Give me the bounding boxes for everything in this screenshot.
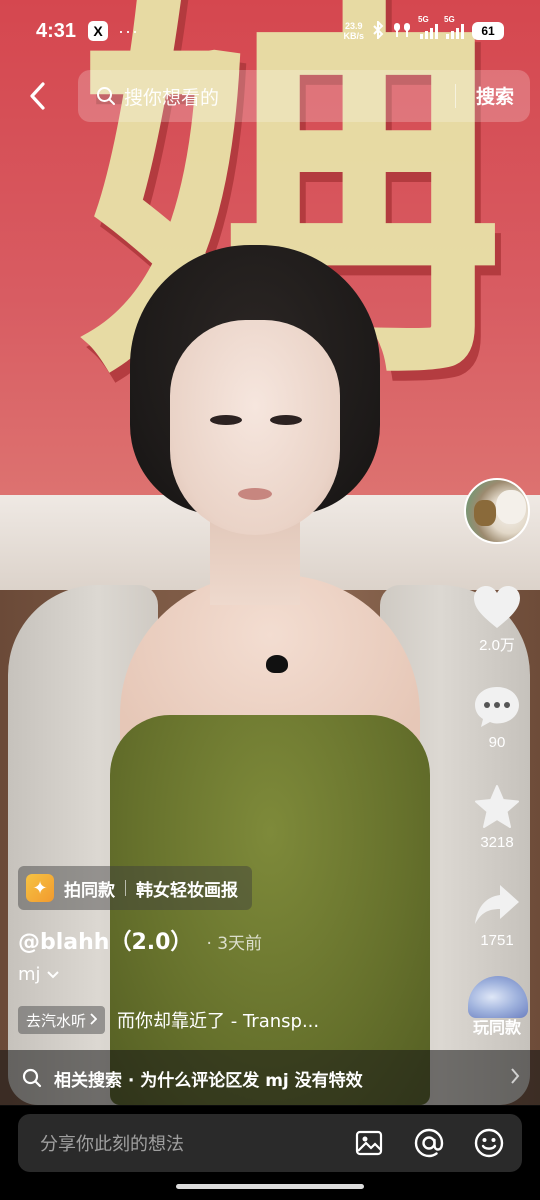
chevron-right-icon <box>90 1012 98 1028</box>
author-line: @blahh（2.0） · 3天前 <box>18 924 262 956</box>
music-tag-label: 去汽水听 <box>26 1011 87 1030</box>
remix-label[interactable]: 玩同款 <box>462 1014 532 1038</box>
search-icon <box>97 87 115 105</box>
comment-count: 90 <box>488 734 506 751</box>
signal-label-2: 5G <box>444 15 455 24</box>
chevron-left-icon <box>30 82 45 110</box>
network-speed: 23.9 KB/s <box>343 21 364 41</box>
description-text: mj <box>18 964 41 985</box>
earbuds-icon <box>392 21 412 42</box>
favorite-count: 3218 <box>480 834 514 851</box>
subject-top <box>110 715 430 1105</box>
star-icon <box>475 785 519 828</box>
signal-label-1: 5G <box>418 15 429 24</box>
search-icon <box>22 1068 42 1088</box>
search-input[interactable]: 搜你想看的 搜索 <box>78 70 530 122</box>
chevron-right-icon <box>510 1066 520 1090</box>
music-tag-button[interactable]: 去汽水听 <box>18 1006 106 1034</box>
avatar-dog-large <box>496 490 526 524</box>
search-placeholder: 搜你想看的 <box>124 86 220 109</box>
bluetooth-icon <box>372 19 384 42</box>
heart-icon <box>474 586 520 628</box>
signal-icon-1: 5G <box>418 15 438 39</box>
search-divider <box>455 84 456 108</box>
effect-name: 韩女轻妆画报 <box>136 880 238 901</box>
lips <box>238 488 272 500</box>
image-icon[interactable] <box>354 1128 384 1158</box>
share-count: 1751 <box>480 932 514 949</box>
search-button[interactable]: 搜索 <box>476 82 514 109</box>
description[interactable]: mj <box>18 964 59 985</box>
author-name[interactable]: @blahh（2.0） <box>18 924 192 956</box>
subject-face <box>170 320 340 535</box>
post-time: · 3天前 <box>206 934 263 954</box>
favorite-button[interactable]: 3218 <box>462 784 532 851</box>
mention-icon[interactable] <box>414 1128 444 1158</box>
signal-icon-2: 5G <box>444 15 464 39</box>
comment-icon <box>475 687 519 727</box>
status-bar: 4:31 X ··· 23.9 KB/s 5G 5G 61 <box>0 0 540 62</box>
back-button[interactable] <box>22 78 52 114</box>
music-line: 去汽水听 而你却靠近了 - Transp... <box>18 1006 319 1034</box>
eye-left <box>210 415 242 425</box>
video-subject <box>0 245 540 1105</box>
comment-placeholder: 分享你此刻的想法 <box>40 1134 184 1155</box>
effect-label: 拍同款 <box>64 880 115 901</box>
like-button[interactable]: 2.0万 <box>462 584 532 655</box>
home-indicator[interactable] <box>176 1184 364 1189</box>
clock: 4:31 <box>36 19 77 42</box>
x-app-icon: X <box>88 21 109 41</box>
status-indicators: 23.9 KB/s 5G 5G 61 <box>343 15 504 42</box>
more-notifications-icon: ··· <box>118 20 140 41</box>
network-speed-unit: KB/s <box>343 31 364 41</box>
share-arrow-icon <box>475 885 519 924</box>
related-search-bar[interactable]: 相关搜索 · 为什么评论区发 mj 没有特效 <box>0 1050 540 1106</box>
comment-input[interactable]: 分享你此刻的想法 <box>18 1114 522 1172</box>
necklace-pendant <box>266 655 288 673</box>
battery-indicator: 61 <box>472 22 504 40</box>
avatar-dog-small <box>474 500 496 526</box>
chevron-down-icon <box>46 968 59 982</box>
eye-right <box>270 415 302 425</box>
network-speed-value: 23.9 <box>344 21 363 31</box>
music-title[interactable]: 而你却靠近了 - Transp... <box>117 1007 319 1033</box>
like-count: 2.0万 <box>479 637 515 654</box>
effect-pill[interactable]: ✦ 拍同款 韩女轻妆画报 <box>18 866 252 910</box>
comment-button[interactable]: 90 <box>462 684 532 751</box>
related-search-text: 相关搜索 · 为什么评论区发 mj 没有特效 <box>54 1070 363 1091</box>
author-avatar[interactable] <box>464 478 530 544</box>
sparkle-icon: ✦ <box>26 874 54 902</box>
share-button[interactable]: 1751 <box>462 882 532 949</box>
emoji-icon[interactable] <box>474 1128 504 1158</box>
effect-divider <box>125 880 126 896</box>
